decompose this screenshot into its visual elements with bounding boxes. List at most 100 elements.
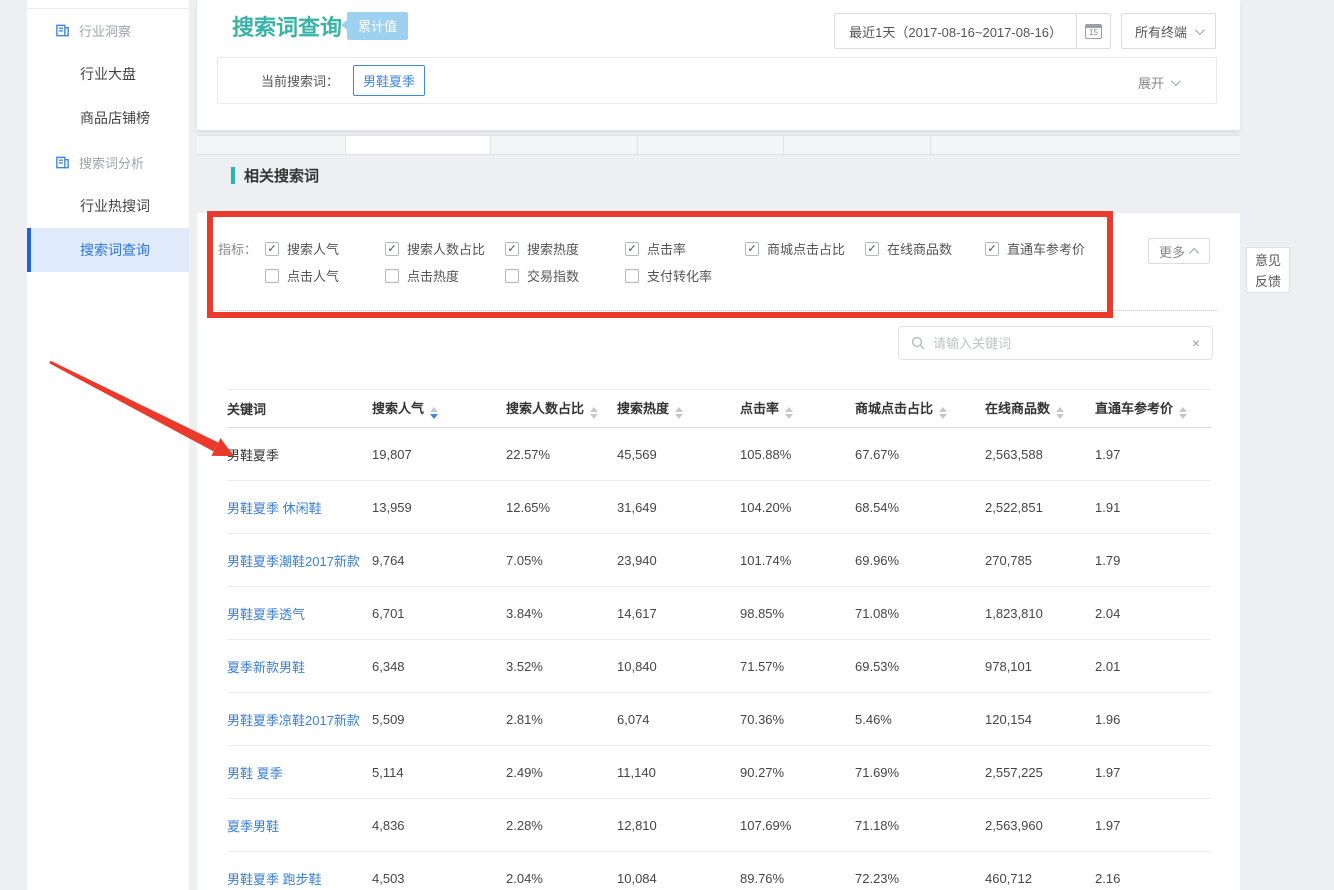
chevron-down-icon bbox=[1195, 25, 1205, 35]
cell-value: 1.79 bbox=[1095, 534, 1211, 587]
sort-icon[interactable] bbox=[675, 407, 683, 419]
column-label: 在线商品数 bbox=[985, 401, 1050, 416]
column-header-搜索热度[interactable]: 搜索热度 bbox=[617, 390, 740, 428]
cell-value: 460,712 bbox=[985, 852, 1095, 890]
column-label: 直通车参考价 bbox=[1095, 401, 1173, 416]
column-label: 商城点击占比 bbox=[855, 401, 933, 416]
column-header-直通车参考价[interactable]: 直通车参考价 bbox=[1095, 390, 1211, 428]
sidebar-item-搜索词查询[interactable]: 搜索词查询 bbox=[27, 228, 189, 272]
current-search-term-tag[interactable]: 男鞋夏季 bbox=[353, 65, 425, 96]
current-search-box: 当前搜索词： 男鞋夏季 展开 bbox=[217, 57, 1217, 104]
keyword-link[interactable]: 男鞋 夏季 bbox=[227, 766, 283, 781]
cell-value: 5,114 bbox=[372, 746, 506, 799]
metric-option-搜索人气[interactable]: ✓搜索人气 bbox=[265, 239, 385, 258]
sort-icon[interactable] bbox=[1056, 407, 1064, 419]
cell-value: 71.08% bbox=[855, 587, 985, 640]
metric-option-搜索热度[interactable]: ✓搜索热度 bbox=[505, 239, 625, 258]
metric-option-点击人气[interactable]: 点击人气 bbox=[265, 266, 385, 285]
sort-icon[interactable] bbox=[939, 407, 947, 419]
sort-icon[interactable] bbox=[590, 407, 598, 419]
cell-value: 2.28% bbox=[506, 799, 617, 852]
sidebar: 行业洞察行业大盘商品店铺榜搜索词分析行业热搜词搜索词查询 bbox=[27, 0, 189, 890]
sidebar-item-行业大盘[interactable]: 行业大盘 bbox=[27, 52, 189, 96]
checkbox-unchecked-icon[interactable] bbox=[265, 269, 279, 283]
metric-option-商城点击占比[interactable]: ✓商城点击占比 bbox=[745, 239, 865, 258]
tab-segment[interactable] bbox=[197, 136, 345, 154]
keyword-search-input[interactable] bbox=[933, 336, 1184, 351]
sidebar-item-商品店铺榜[interactable]: 商品店铺榜 bbox=[27, 96, 189, 140]
keyword-link[interactable]: 男鞋夏季 跑步鞋 bbox=[227, 872, 322, 887]
metric-option-搜索人数占比[interactable]: ✓搜索人数占比 bbox=[385, 239, 505, 258]
tab-segment[interactable] bbox=[637, 136, 783, 154]
ledger-icon bbox=[55, 155, 70, 170]
column-label: 搜索人数占比 bbox=[506, 401, 584, 416]
tab-segment-active[interactable] bbox=[345, 136, 490, 154]
column-header-点击率[interactable]: 点击率 bbox=[740, 390, 855, 428]
sidebar-group-0[interactable]: 行业洞察 bbox=[27, 8, 189, 52]
cell-value: 89.76% bbox=[740, 852, 855, 890]
column-header-商城点击占比[interactable]: 商城点击占比 bbox=[855, 390, 985, 428]
dotted-separator bbox=[219, 310, 1218, 311]
current-search-label: 当前搜索词： bbox=[261, 71, 339, 90]
keyword-link[interactable]: 夏季男鞋 bbox=[227, 819, 279, 834]
sidebar-item-label: 行业大盘 bbox=[80, 64, 136, 84]
checkbox-checked-icon[interactable]: ✓ bbox=[745, 242, 759, 256]
column-header-搜索人数占比[interactable]: 搜索人数占比 bbox=[506, 390, 617, 428]
checkbox-checked-icon[interactable]: ✓ bbox=[985, 242, 999, 256]
clear-search-icon[interactable]: × bbox=[1192, 335, 1200, 351]
section-title-wrap: 相关搜索词 bbox=[231, 165, 319, 186]
metric-option-在线商品数[interactable]: ✓在线商品数 bbox=[865, 239, 985, 258]
sort-icon[interactable] bbox=[785, 407, 793, 419]
keyword-link[interactable]: 男鞋夏季潮鞋2017新款 bbox=[227, 554, 360, 569]
checkbox-unchecked-icon[interactable] bbox=[625, 269, 639, 283]
checkbox-checked-icon[interactable]: ✓ bbox=[385, 242, 399, 256]
tab-segment[interactable] bbox=[783, 136, 930, 154]
sidebar-item-行业热搜词[interactable]: 行业热搜词 bbox=[27, 184, 189, 228]
checkbox-checked-icon[interactable]: ✓ bbox=[865, 242, 879, 256]
cell-value: 7.05% bbox=[506, 534, 617, 587]
metrics-row-2: 点击人气点击热度交易指数支付转化率 bbox=[218, 262, 1105, 289]
keyword-link[interactable]: 男鞋夏季凉鞋2017新款 bbox=[227, 713, 360, 728]
calendar-button[interactable]: 15 bbox=[1077, 13, 1111, 49]
column-header-在线商品数[interactable]: 在线商品数 bbox=[985, 390, 1095, 428]
expand-button[interactable]: 展开 bbox=[1138, 73, 1178, 92]
sort-icon[interactable] bbox=[430, 407, 438, 419]
cell-value: 6,348 bbox=[372, 640, 506, 693]
keyword-link[interactable]: 夏季新款男鞋 bbox=[227, 660, 305, 675]
more-button[interactable]: 更多 bbox=[1148, 238, 1210, 264]
metric-option-直通车参考价[interactable]: ✓直通车参考价 bbox=[985, 239, 1105, 258]
metric-option-点击热度[interactable]: 点击热度 bbox=[385, 266, 505, 285]
cell-value: 90.27% bbox=[740, 746, 855, 799]
metric-option-交易指数[interactable]: 交易指数 bbox=[505, 266, 625, 285]
tab-segment[interactable] bbox=[490, 136, 637, 154]
header-controls: 最近1天（2017-08-16~2017-08-16） 15 所有终端 bbox=[834, 13, 1216, 49]
cell-value: 98.85% bbox=[740, 587, 855, 640]
sidebar-group-1[interactable]: 搜索词分析 bbox=[27, 140, 189, 184]
keyword-link[interactable]: 男鞋夏季 休闲鞋 bbox=[227, 501, 322, 516]
tab-segment[interactable] bbox=[930, 136, 1240, 154]
table-row: 夏季男鞋4,8362.28%12,810107.69%71.18%2,563,9… bbox=[227, 799, 1211, 852]
feedback-line2: 反馈 bbox=[1247, 271, 1289, 292]
metric-option-支付转化率[interactable]: 支付转化率 bbox=[625, 266, 745, 285]
section-accent-bar bbox=[231, 167, 235, 184]
tab-strip bbox=[197, 135, 1240, 155]
metrics-row-1: 指标： ✓搜索人气✓搜索人数占比✓搜索热度✓点击率✓商城点击占比✓在线商品数✓直… bbox=[218, 235, 1105, 262]
metric-option-点击率[interactable]: ✓点击率 bbox=[625, 239, 745, 258]
table-row: 男鞋夏季 休闲鞋13,95912.65%31,649104.20%68.54%2… bbox=[227, 481, 1211, 534]
column-header-搜索人气[interactable]: 搜索人气 bbox=[372, 390, 506, 428]
keyword-link[interactable]: 男鞋夏季透气 bbox=[227, 607, 305, 622]
checkbox-unchecked-icon[interactable] bbox=[385, 269, 399, 283]
cell-value: 2.04 bbox=[1095, 587, 1211, 640]
checkbox-checked-icon[interactable]: ✓ bbox=[265, 242, 279, 256]
feedback-button[interactable]: 意见 反馈 bbox=[1246, 247, 1290, 293]
sort-icon[interactable] bbox=[1179, 407, 1187, 419]
checkbox-checked-icon[interactable]: ✓ bbox=[505, 242, 519, 256]
cell-value: 12.65% bbox=[506, 481, 617, 534]
terminal-select[interactable]: 所有终端 bbox=[1121, 13, 1216, 49]
cell-value: 4,503 bbox=[372, 852, 506, 890]
checkbox-unchecked-icon[interactable] bbox=[505, 269, 519, 283]
cell-value: 1.91 bbox=[1095, 481, 1211, 534]
chevron-down-icon bbox=[1171, 76, 1181, 86]
checkbox-checked-icon[interactable]: ✓ bbox=[625, 242, 639, 256]
date-range-button[interactable]: 最近1天（2017-08-16~2017-08-16） bbox=[834, 13, 1077, 49]
